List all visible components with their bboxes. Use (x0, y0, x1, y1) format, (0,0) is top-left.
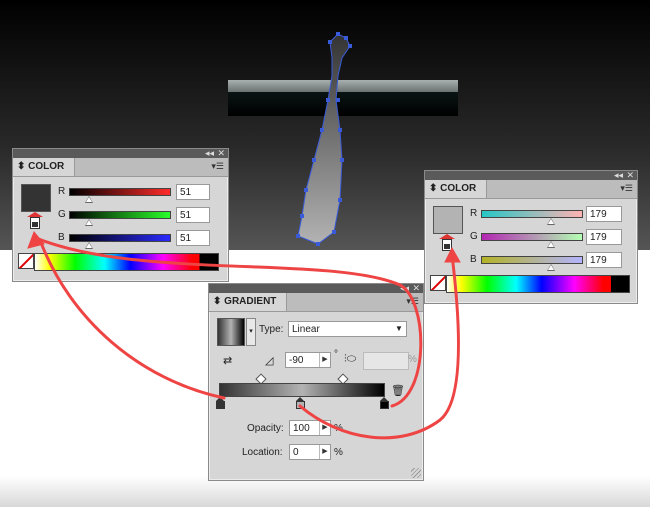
angle-value: -90 (289, 355, 304, 366)
gradient-preview-swatch[interactable] (217, 318, 245, 346)
panel-tab-row: ⬍ COLOR ▾☰ (13, 158, 228, 177)
green-slider-thumb[interactable] (547, 241, 555, 248)
opacity-value: 100 (293, 423, 310, 434)
green-slider-track[interactable] (69, 211, 171, 219)
color-spectrum-bar[interactable] (34, 253, 219, 271)
angle-stepper[interactable]: ▶ (319, 353, 330, 367)
reverse-gradient-icon[interactable]: ⇄ (223, 354, 239, 368)
gradient-preset-dropdown[interactable]: ▾ (246, 318, 256, 346)
green-value-field[interactable]: 179 (586, 229, 622, 245)
red-slider-thumb[interactable] (547, 218, 555, 225)
green-slider-track[interactable] (481, 233, 583, 241)
collapse-icon[interactable]: ◂◂ (614, 170, 623, 180)
trash-icon[interactable]: 🗑 (391, 384, 405, 397)
fill-stroke-icon[interactable] (27, 212, 43, 229)
red-slider-track[interactable] (69, 188, 171, 196)
gradient-stop-right[interactable] (380, 397, 389, 409)
location-stepper[interactable]: ▶ (319, 445, 330, 459)
channel-label-b: B (58, 232, 65, 243)
type-select-value: Linear (292, 324, 320, 335)
type-select[interactable]: Linear ▼ (288, 321, 407, 337)
tab-label: COLOR (28, 161, 65, 172)
stop-color (296, 401, 305, 409)
red-value-field[interactable]: 51 (176, 184, 210, 200)
gradient-stop-middle[interactable] (296, 397, 305, 409)
opacity-field[interactable]: 100 ▶ (289, 420, 331, 436)
none-swatch-icon[interactable] (18, 253, 34, 269)
channel-label-g: G (470, 231, 478, 242)
blue-slider-track[interactable] (481, 256, 583, 264)
gradient-stop-left[interactable] (216, 397, 225, 409)
fill-stroke-icon[interactable] (439, 234, 455, 251)
panel-title-bar: ◂◂ ✕ (13, 148, 228, 158)
expand-toggle-icon: ⬍ (429, 183, 438, 194)
expand-toggle-icon: ⬍ (17, 161, 26, 172)
panel-tab-row: ⬍ COLOR ▾☰ (425, 180, 637, 199)
degree-symbol: ° (334, 349, 338, 360)
opacity-unit: % (334, 423, 343, 434)
tab-label: COLOR (440, 183, 477, 194)
aspect-ratio-icon: ⫶⬭ (344, 353, 357, 365)
location-label: Location: (242, 447, 283, 458)
chevron-down-icon: ▼ (395, 324, 403, 333)
blue-slider-thumb[interactable] (547, 264, 555, 271)
channel-label-r: R (470, 208, 478, 219)
panel-menu-icon[interactable]: ▾☰ (620, 183, 633, 194)
blue-value-field[interactable]: 179 (586, 252, 622, 268)
channel-label-r: R (58, 186, 66, 197)
color-panel-left: ◂◂ ✕ ⬍ COLOR ▾☰ R 51 G 51 B 51 (12, 148, 229, 282)
color-panel-right: ◂◂ ✕ ⬍ COLOR ▾☰ R 179 G 179 B 179 (424, 170, 638, 304)
angle-field[interactable]: -90 ▶ (285, 352, 331, 368)
close-icon[interactable]: ✕ (412, 283, 420, 293)
location-field[interactable]: 0 ▶ (289, 444, 331, 460)
none-swatch-icon[interactable] (430, 275, 446, 291)
panel-menu-icon[interactable]: ▾☰ (406, 296, 419, 307)
red-slider-track[interactable] (481, 210, 583, 218)
angle-icon: ◿ (265, 355, 274, 367)
close-icon[interactable]: ✕ (217, 148, 225, 158)
collapse-icon[interactable]: ◂◂ (400, 283, 409, 293)
color-spectrum-bar[interactable] (446, 275, 630, 293)
location-value: 0 (293, 447, 299, 458)
stop-color (216, 401, 225, 409)
collapse-icon[interactable]: ◂◂ (205, 148, 214, 158)
location-unit: % (334, 447, 343, 458)
panel-tab-row: ⬍ GRADIENT ▾☰ (209, 293, 423, 312)
type-label: Type: (259, 324, 284, 335)
fill-swatch[interactable] (433, 206, 463, 234)
opacity-stepper[interactable]: ▶ (319, 421, 330, 435)
selected-vertical-shape[interactable] (297, 33, 351, 245)
channel-label-g: G (58, 209, 66, 220)
red-slider-thumb[interactable] (85, 196, 93, 203)
tab-gradient[interactable]: ⬍ GRADIENT (209, 293, 288, 311)
tab-color[interactable]: ⬍ COLOR (425, 180, 488, 198)
tab-color[interactable]: ⬍ COLOR (13, 158, 76, 176)
panel-menu-icon[interactable]: ▾☰ (211, 161, 224, 172)
green-slider-thumb[interactable] (85, 219, 93, 226)
fill-swatch[interactable] (21, 184, 51, 212)
gradient-panel: ◂◂ ✕ ⬍ GRADIENT ▾☰ ▾ Type: Linear ▼ ⇄ ◿ … (208, 283, 424, 481)
expand-toggle-icon: ⬍ (213, 296, 222, 307)
stop-color (380, 401, 389, 409)
aspect-unit: % (408, 354, 417, 365)
blue-slider-track[interactable] (69, 234, 171, 242)
close-icon[interactable]: ✕ (626, 170, 634, 180)
red-value-field[interactable]: 179 (586, 206, 622, 222)
blue-slider-thumb[interactable] (85, 242, 93, 249)
opacity-label: Opacity: (247, 423, 284, 434)
panel-title-bar: ◂◂ ✕ (425, 170, 637, 180)
aspect-ratio-field[interactable] (363, 352, 409, 370)
tab-label: GRADIENT (224, 296, 277, 307)
panel-title-bar: ◂◂ ✕ (209, 283, 423, 293)
resize-grip-icon[interactable] (411, 468, 421, 478)
green-value-field[interactable]: 51 (176, 207, 210, 223)
gradient-slider-bar[interactable] (219, 383, 385, 397)
channel-label-b: B (470, 254, 477, 265)
blue-value-field[interactable]: 51 (176, 230, 210, 246)
